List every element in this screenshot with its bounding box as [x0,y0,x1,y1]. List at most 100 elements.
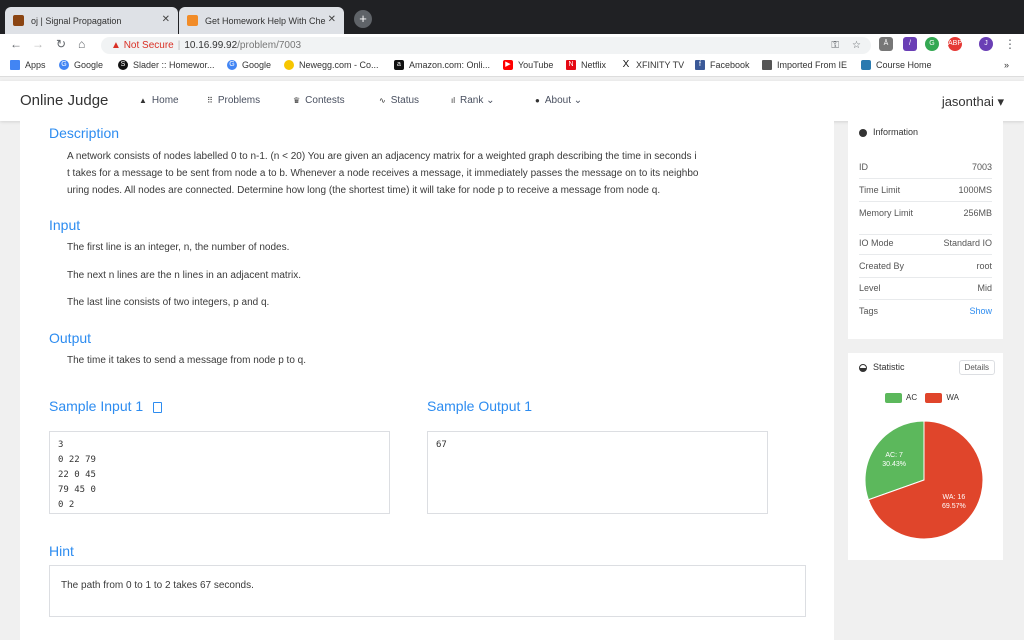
bookmark-item[interactable]: a Amazon.com: Onli... [394,60,490,70]
bookmarks-overflow-button[interactable]: » [1004,60,1009,70]
info-value: 256MB [963,208,992,218]
browser-tab-active[interactable]: oj | Signal Propagation ✕ [5,7,178,34]
netflix-icon: N [566,60,576,70]
bookmark-label: Google [74,60,104,70]
separator: | [177,40,181,51]
bookmark-item[interactable]: ▶ YouTube [503,60,553,70]
home-icon[interactable]: ⌂ [78,37,85,51]
newegg-icon [284,60,294,70]
nav-label: Status [390,95,420,106]
sample-input-label: Sample Input 1 [49,398,144,414]
nav-item-problems[interactable]: ⠿ Problems [207,95,260,106]
bookmark-item[interactable]: Newegg.com - Co... [284,60,379,70]
warning-icon: ▲ [111,40,124,51]
hint-title: Hint [49,543,74,559]
key-icon[interactable]: ⚿ [831,37,839,54]
pie-label-ac: AC: 7 [885,452,903,459]
bookmark-label: Slader :: Homewor... [133,60,215,70]
bar-chart-icon: ıl [451,96,455,105]
info-label: ID [859,162,868,172]
address-bar[interactable]: ▲ Not Secure | 10.16.99.92/problem/7003 ⚿ … [101,37,871,54]
adblock-icon[interactable]: ABP [948,37,962,51]
security-label: Not Secure [123,40,174,51]
info-value: Standard IO [943,238,992,248]
sample-output-box[interactable]: 67 [427,431,768,514]
extension-icon[interactable]: / [903,37,917,51]
google-icon: G [227,60,237,70]
input-line: The last line consists of two integers, … [67,297,270,308]
info-label: Created By [859,261,905,271]
description-line: t takes for a message to be sent from no… [67,168,699,179]
close-tab-icon[interactable]: ✕ [328,14,336,25]
info-value: 1000MS [958,185,992,195]
input-line: The next n lines are the n lines in an a… [67,270,302,281]
browser-tab-bar: oj | Signal Propagation ✕ Get Homework H… [0,0,1024,34]
bookmarks-bar: Apps G Google S Slader :: Homewor... G Goog… [0,56,1024,77]
bookmark-item[interactable]: G Google [59,60,103,70]
xfinity-icon: X [621,59,631,70]
info-icon: ● [535,96,540,105]
course-icon [861,60,871,70]
pulse-icon: ∿ [379,96,386,105]
nav-item-status[interactable]: ∿ Status [379,95,419,106]
sample-input-box[interactable]: 3 0 22 79 22 0 45 79 45 0 0 2 [49,431,390,514]
new-tab-button[interactable]: + [354,10,372,28]
info-label: Time Limit [859,185,901,195]
bookmark-item[interactable]: G Google [227,60,271,70]
info-label: Level [859,283,881,293]
info-row-memory-limit: Memory Limit 256MB [859,205,992,235]
description-line: uring nodes. All nodes are connected. De… [67,185,661,196]
site-logo[interactable]: Online Judge [20,92,108,109]
output-title: Output [49,330,92,346]
amazon-icon: a [394,60,404,70]
bookmark-item[interactable]: Imported From IE [762,60,847,70]
nav-label: About ⌄ [544,95,583,106]
back-icon[interactable]: ← [10,37,22,51]
tab-title: Get Homework Help With Che [205,15,326,26]
bookmark-item[interactable]: Apps [10,60,46,70]
info-value: Mid [977,283,992,293]
extension-icon[interactable]: G [925,37,939,51]
nav-item-home[interactable]: ▲ Home [139,95,179,106]
reload-icon[interactable]: ↻ [56,37,66,51]
show-tags-link[interactable]: Show [969,303,992,319]
youtube-icon: ▶ [503,60,513,70]
user-menu[interactable]: jasonthai ▾ [942,94,1004,110]
description-line: A network consists of nodes labelled 0 t… [67,151,697,162]
forward-icon[interactable]: → [32,37,44,51]
input-title: Input [49,217,81,233]
info-row-id: ID 7003 [859,159,992,179]
star-icon[interactable]: ☆ [852,37,861,54]
slader-icon: S [118,60,128,70]
close-tab-icon[interactable]: ✕ [162,14,170,25]
nav-item-about[interactable]: ● About ⌄ [535,95,582,106]
nav-item-contests[interactable]: ♛ Contests [293,95,345,106]
bookmark-item[interactable]: S Slader :: Homewor... [118,60,215,70]
copy-icon[interactable] [153,401,163,413]
info-row-io-mode: IO Mode Standard IO [859,235,992,255]
bookmark-label: XFINITY TV [636,60,685,70]
home-icon: ▲ [139,96,147,105]
pie-label-wa: 69.57% [942,503,966,510]
menu-dots-icon[interactable]: ⋮ [1004,37,1016,51]
bookmark-item[interactable]: X XFINITY TV [621,60,684,70]
trophy-icon: ♛ [293,96,301,105]
nav-label: Rank ⌄ [460,95,495,106]
browser-tab[interactable]: Get Homework Help With Che ✕ [179,7,344,34]
bookmark-item[interactable]: N Netflix [566,60,606,70]
nav-label: Home [151,95,179,106]
nav-item-rank[interactable]: ıl Rank ⌄ [451,95,495,106]
bookmark-item[interactable]: f Facebook [695,60,750,70]
profile-avatar-icon[interactable]: J [979,37,993,51]
extension-icon[interactable]: Ā [879,37,893,51]
information-header: Information [859,127,918,137]
input-line: The first line is an integer, n, the num… [67,242,290,253]
bookmark-label: Newegg.com - Co... [299,60,379,70]
sample-output-title: Sample Output 1 [427,398,533,414]
oj-favicon-icon [13,15,24,26]
bookmark-item[interactable]: Course Home [861,60,932,70]
description-title: Description [49,125,120,141]
nav-label: Problems [217,95,261,106]
hint-box: The path from 0 to 1 to 2 takes 67 secon… [49,565,806,617]
info-label: Memory Limit [859,208,914,218]
